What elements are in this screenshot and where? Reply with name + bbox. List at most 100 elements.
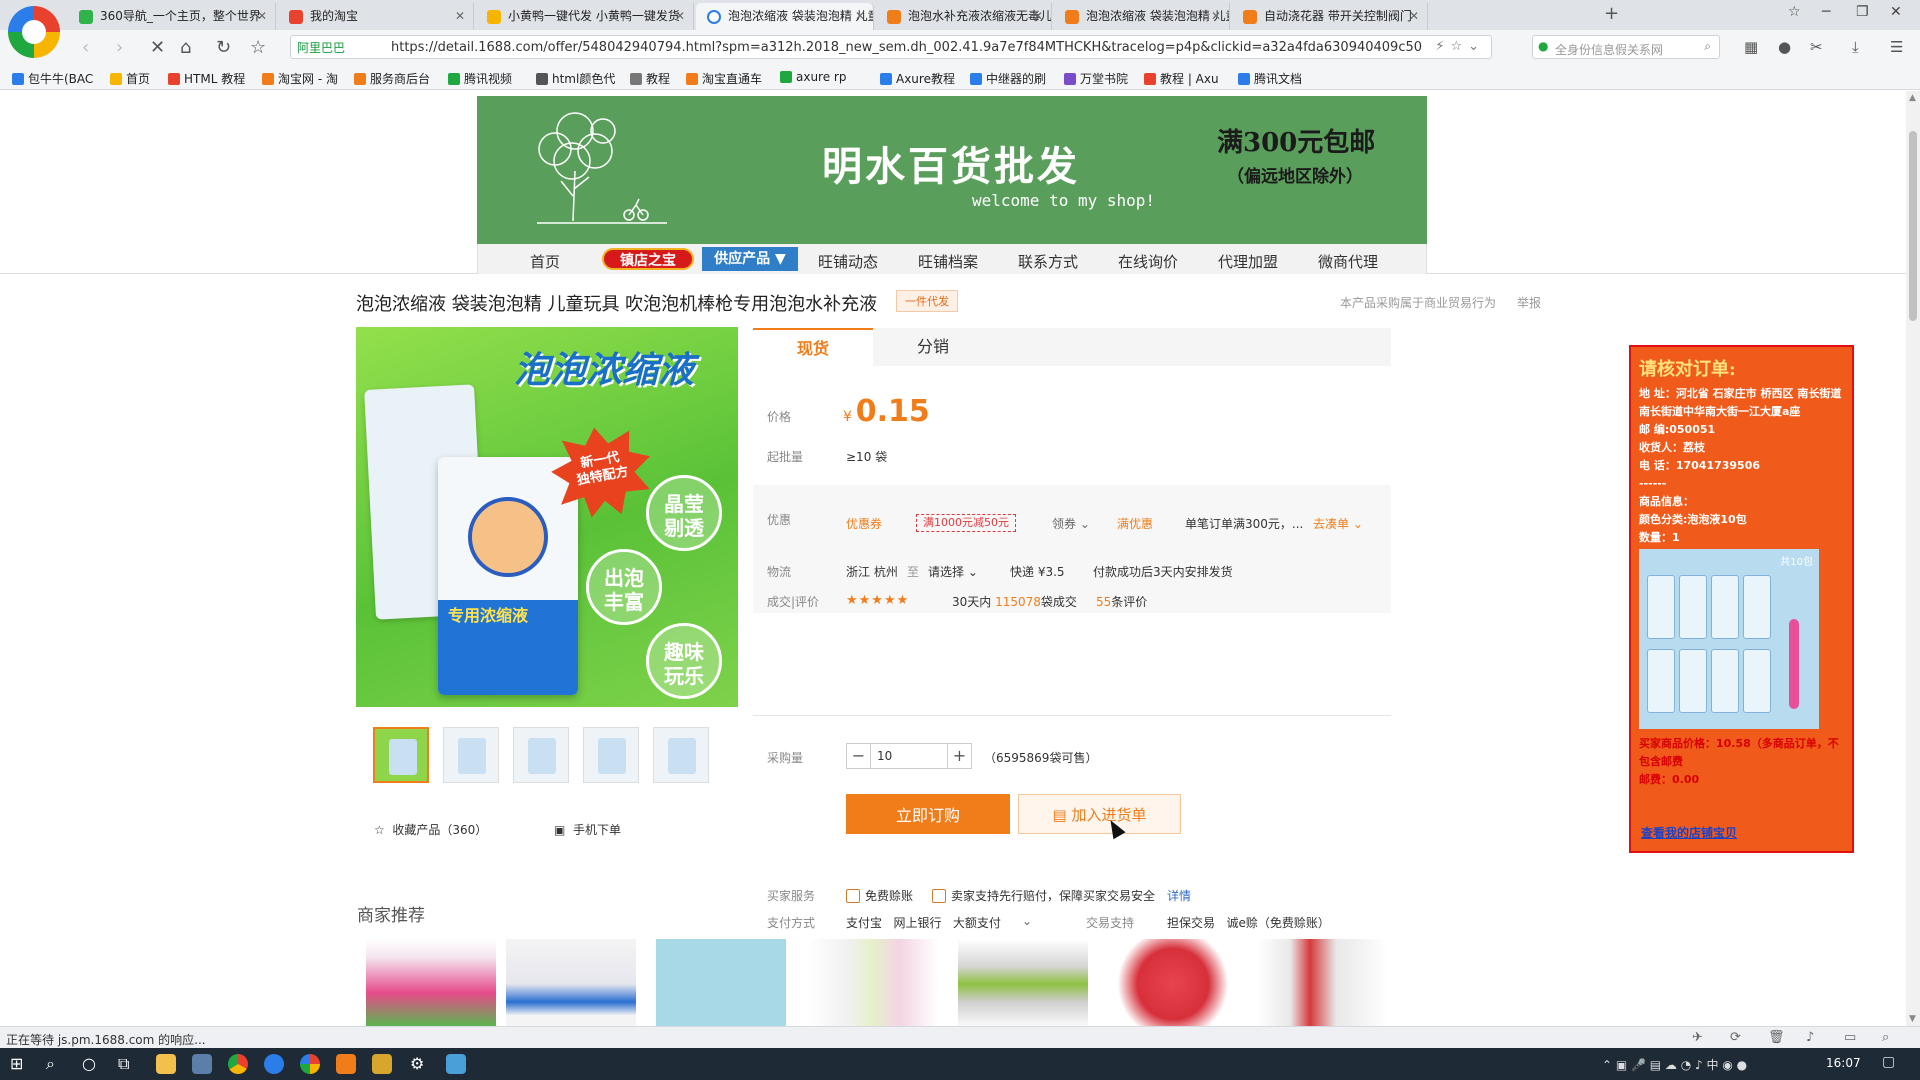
sound-icon[interactable]: ♪ (1806, 1030, 1814, 1045)
bookmark-item[interactable]: 服务商后台 (354, 70, 430, 87)
tab-close-icon[interactable]: ✕ (855, 3, 865, 30)
browser-360-icon[interactable] (300, 1054, 320, 1074)
qty-minus-button[interactable]: − (847, 744, 871, 768)
bookmark-item[interactable]: 教程 | Axu (1144, 70, 1219, 87)
bookmark-item[interactable]: HTML 教程 (168, 70, 245, 87)
nav-supply[interactable]: 供应产品 ▼ (702, 247, 798, 271)
qty-plus-button[interactable]: + (947, 744, 971, 768)
site-security-label[interactable]: 阿里巴巴 (297, 39, 345, 56)
app-icon[interactable] (192, 1054, 212, 1074)
back-icon[interactable]: ‹ (82, 37, 89, 58)
nav-agent-join[interactable]: 代理加盟 (1218, 251, 1278, 272)
url-action-icons[interactable]: ⚡☆⌄ (1435, 39, 1485, 54)
report-link[interactable]: 举报 (1517, 294, 1541, 311)
browser-tab-5[interactable]: 泡泡水补充液浓缩液无毒儿童 ✕ (876, 3, 1052, 30)
nav-inquiry[interactable]: 在线询价 (1118, 251, 1178, 272)
tab-spot[interactable]: 现货 (753, 328, 873, 366)
scroll-up-icon[interactable]: ▲ (1909, 93, 1916, 103)
service-detail-link[interactable]: 详情 (1167, 887, 1191, 904)
recommend-item-2[interactable] (506, 939, 636, 1026)
browser-logo-icon[interactable] (8, 6, 60, 58)
zoom-icon[interactable]: ⌕ (1882, 1030, 1889, 1045)
download-icon[interactable]: ⤓ (1852, 38, 1859, 56)
scroll-thumb[interactable] (1909, 131, 1917, 321)
favorite-product[interactable]: ☆ 收藏产品（360） (374, 821, 487, 838)
bookmark-item[interactable]: html颜色代 (536, 70, 615, 87)
tab-distribution[interactable]: 分销 (873, 328, 993, 366)
browser-search-input[interactable]: ● 全身份信息假关系网 ⌕ (1532, 35, 1720, 59)
reload-icon[interactable]: ↻ (216, 37, 231, 58)
buy-now-button[interactable]: 立即订购 (846, 794, 1010, 834)
page-scrollbar[interactable]: ▲ ▼ (1906, 91, 1920, 1026)
review-link[interactable]: 55条评价 (1096, 593, 1147, 610)
quantity-input[interactable] (877, 747, 937, 765)
minimize-icon[interactable]: ─ (1822, 4, 1830, 20)
scroll-down-icon[interactable]: ▼ (1909, 1014, 1916, 1024)
tab-close-icon[interactable]: ✕ (455, 3, 465, 30)
cortana-icon[interactable]: ○ (82, 1054, 96, 1073)
recommend-item-1[interactable] (366, 939, 496, 1026)
app-icon[interactable] (446, 1054, 466, 1074)
recommend-item-5[interactable] (958, 939, 1088, 1026)
forward-icon[interactable]: › (116, 37, 123, 58)
add-to-cart-button[interactable]: ▤ 加入进货单 (1018, 794, 1181, 834)
favorites-icon[interactable]: ☆ (1788, 4, 1801, 20)
thumbnail-1[interactable] (373, 727, 429, 783)
settings-gear-icon[interactable]: ⚙ (410, 1054, 424, 1073)
apps-grid-icon[interactable]: ▦ (1744, 38, 1758, 56)
recommend-item-4[interactable] (808, 939, 938, 1026)
bookmark-item[interactable]: 包牛牛(BAC (12, 70, 93, 87)
claim-coupon[interactable]: 领券 ⌄ (1052, 515, 1090, 532)
recommend-item-7[interactable] (1258, 939, 1388, 1026)
restore-icon[interactable]: ❐ (1856, 4, 1869, 20)
close-window-icon[interactable]: ✕ (1890, 4, 1902, 20)
nav-archive[interactable]: 旺铺档案 (918, 251, 978, 272)
bookmark-item[interactable]: 中继器的刷 (970, 70, 1046, 87)
windows-start-icon[interactable]: ⊞ (10, 1054, 23, 1073)
destination-select[interactable]: 请选择 ⌄ (928, 563, 978, 580)
bookmark-item[interactable]: 万堂书院 (1064, 70, 1128, 87)
bookmark-item[interactable]: 淘宝直通车 (686, 70, 762, 87)
thumbnail-3[interactable] (513, 727, 569, 783)
search-icon[interactable]: ⌕ (46, 1054, 55, 1074)
nav-wechat-agent[interactable]: 微商代理 (1318, 251, 1378, 272)
home-icon[interactable]: ⌂ (180, 37, 191, 58)
bookmark-item[interactable]: 腾讯文档 (1238, 70, 1302, 87)
trash-icon[interactable]: 🗑 (1768, 1030, 1785, 1045)
sync-icon[interactable]: ⟳ (1730, 1030, 1741, 1045)
window-icon[interactable]: ▭ (1844, 1030, 1856, 1045)
browser-tab-7[interactable]: 自动浇花器 带开关控制阀门 ✕ (1232, 3, 1428, 30)
scissors-icon[interactable]: ✂ (1810, 38, 1823, 56)
notification-icon[interactable]: ▢ (1882, 1054, 1895, 1070)
bookmark-star-icon[interactable]: ☆ (250, 37, 266, 58)
bookmark-item[interactable]: Axure教程 (880, 70, 955, 87)
recommend-item-6[interactable] (1108, 939, 1238, 1026)
extension-icon[interactable]: ● (1778, 38, 1791, 56)
new-tab-button[interactable]: + (1604, 3, 1619, 24)
edge-icon[interactable] (264, 1054, 284, 1074)
app-icon[interactable] (372, 1054, 392, 1074)
bookmark-item[interactable]: 首页 (110, 70, 150, 87)
nav-news[interactable]: 旺铺动态 (818, 251, 878, 272)
url-text[interactable]: https://detail.1688.com/offer/5480429407… (391, 40, 1431, 55)
tab-close-icon[interactable]: ✕ (675, 3, 685, 30)
accelerate-icon[interactable]: ✈ (1692, 1030, 1703, 1045)
browser-tab-3[interactable]: 小黄鸭一键代发 小黄鸭一键发货 ✕ (476, 3, 694, 30)
nav-treasure[interactable]: 镇店之宝 (602, 248, 694, 270)
stop-icon[interactable]: ✕ (150, 37, 165, 58)
product-main-image[interactable]: 泡泡浓缩液 专用浓缩液 新一代 独特配方 晶莹 剔透 出泡 丰富 趣味 玩乐 (356, 327, 738, 707)
browser-tab-6[interactable]: 泡泡浓缩液 袋装泡泡精 儿童 ✕ (1054, 3, 1230, 30)
tab-close-icon[interactable]: ✕ (1033, 3, 1043, 30)
bookmark-item[interactable]: axure rp (780, 70, 846, 84)
go-order-link[interactable]: 去凑单 ⌄ (1313, 515, 1363, 532)
search-icon[interactable]: ⌕ (1704, 39, 1711, 54)
nav-home[interactable]: 首页 (530, 251, 560, 272)
tab-close-icon[interactable]: ✕ (257, 3, 267, 30)
view-shop-items-link[interactable]: 查看我的店铺宝贝 (1641, 824, 1737, 841)
browser-tab-1[interactable]: 360导航_一个主页，整个世界 ✕ (68, 3, 276, 30)
url-input[interactable]: 阿里巴巴 https://detail.1688.com/offer/54804… (290, 35, 1492, 59)
bookmark-item[interactable]: 教程 (630, 70, 670, 87)
tab-close-icon[interactable]: ✕ (1211, 3, 1221, 30)
menu-icon[interactable]: ☰ (1890, 38, 1903, 56)
thumbnail-5[interactable] (653, 727, 709, 783)
